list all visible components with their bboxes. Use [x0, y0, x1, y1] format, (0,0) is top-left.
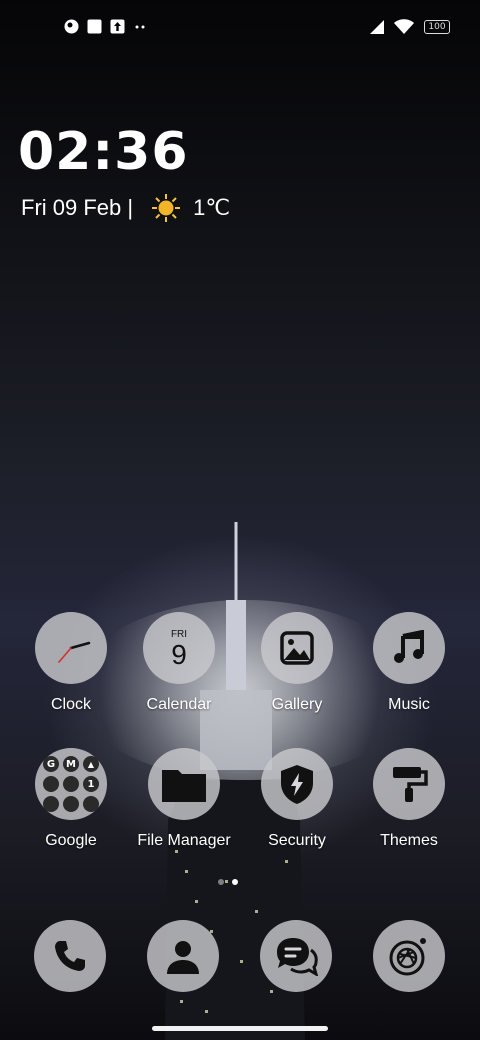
gmail-icon: G: [43, 756, 59, 772]
date-weather-row[interactable]: Fri 09 Feb | 1℃: [21, 193, 230, 223]
dock-camera[interactable]: [373, 920, 445, 992]
home-gesture-bar[interactable]: [152, 1026, 328, 1031]
music-note-icon: [394, 630, 424, 663]
one-icon: 1: [83, 776, 99, 792]
clock-app-icon: [35, 612, 107, 684]
battery-level: 100: [428, 22, 446, 32]
clock-time[interactable]: 02:36: [18, 122, 189, 182]
shield-bolt-icon: [281, 765, 313, 804]
notification-icons: [64, 19, 148, 34]
app-label-themes: Themes: [380, 832, 438, 849]
folder-google[interactable]: G M ▲ 1 Google: [16, 748, 126, 850]
app-label-security: Security: [268, 832, 326, 849]
app-security[interactable]: Security: [242, 748, 352, 850]
battery-icon: 100: [424, 20, 450, 34]
dock-phone[interactable]: [34, 920, 106, 992]
music-app-icon: [373, 612, 445, 684]
app-label-clock: Clock: [50, 696, 91, 713]
sun-icon: [152, 194, 181, 222]
messages-icon: [277, 938, 319, 976]
gallery-app-icon: [261, 612, 333, 684]
page-indicator: [218, 879, 238, 885]
app-label-file-manager: File Manager: [137, 832, 231, 849]
app-notification-icon: [64, 19, 79, 34]
contacts-icon: [167, 941, 199, 974]
app-clock[interactable]: Clock: [16, 612, 126, 714]
page-dot: [218, 879, 224, 885]
calendar-day-name: FRI: [170, 628, 188, 640]
app-label-gallery: Gallery: [271, 696, 323, 713]
camera-icon: [389, 938, 426, 976]
app-label-music: Music: [388, 696, 430, 713]
square-notification-icon: [87, 19, 102, 34]
app-file-manager[interactable]: File Manager: [129, 748, 239, 850]
status-bar: 100: [0, 0, 480, 56]
folder-icon: [162, 770, 206, 802]
maps-icon: ▲: [83, 756, 99, 772]
date-text: Fri 09 Feb |: [21, 195, 134, 220]
dock-contacts[interactable]: [147, 920, 219, 992]
photos-icon: [63, 796, 79, 812]
more-notifications-icon: [133, 19, 148, 34]
youtube-icon: [43, 776, 59, 792]
app-music[interactable]: Music: [354, 612, 464, 714]
app-label-google: Google: [45, 832, 97, 849]
wifi-icon: [394, 19, 414, 34]
gmail-m-icon: M: [63, 756, 79, 772]
calendar-day-number: 9: [171, 638, 187, 670]
app-label-calendar: Calendar: [146, 696, 212, 713]
system-icons: 100: [368, 19, 450, 35]
upload-icon: [110, 19, 125, 34]
google-folder-icon: G M ▲ 1: [35, 748, 107, 820]
calendar-app-icon: FRI 9: [143, 612, 215, 684]
app-calendar[interactable]: FRI 9 Calendar: [124, 612, 234, 714]
themes-app-icon: [373, 748, 445, 820]
app-themes[interactable]: Themes: [354, 748, 464, 850]
page-dot-active: [232, 879, 238, 885]
drive-icon: [63, 776, 79, 792]
files-icon: [83, 796, 99, 812]
cellular-signal-icon: [370, 20, 384, 34]
dock-messages[interactable]: [260, 920, 332, 992]
security-app-icon: [261, 748, 333, 820]
app-gallery[interactable]: Gallery: [242, 612, 352, 714]
paint-roller-icon: [393, 767, 428, 802]
temperature-text: 1℃: [193, 195, 231, 220]
image-icon: [280, 631, 314, 665]
phone-icon: [55, 941, 85, 971]
pay-icon: [43, 796, 59, 812]
file-manager-app-icon: [148, 748, 220, 820]
